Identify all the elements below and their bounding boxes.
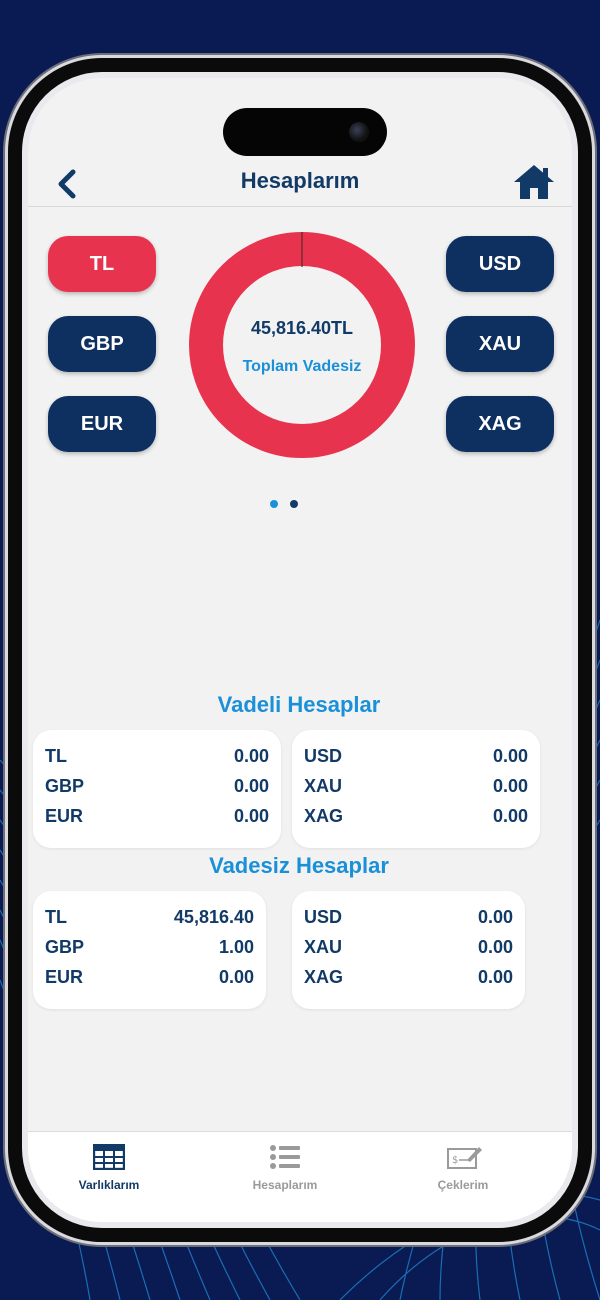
currency-code: USD <box>304 907 343 927</box>
page-title: Hesaplarım <box>240 168 360 193</box>
vadeli-card-right: USD 0.00 XAU 0.00 XAG 0.00 <box>292 730 540 848</box>
balance-row: USD 0.00 <box>304 742 528 772</box>
volume-down-button <box>13 515 19 603</box>
total-label: Toplam Vadesiz <box>242 358 362 375</box>
balance-row: XAG 0.00 <box>304 802 528 832</box>
balance-value: 45,816.40 <box>173 907 254 927</box>
balance-value: 0.00 <box>492 776 528 796</box>
phone-screen: Hesaplarım TL GBP EUR USD XAU XAG 45,816… <box>22 72 578 1228</box>
currency-code: TL <box>45 907 67 927</box>
currency-code: USD <box>304 746 343 766</box>
vadesiz-section-title: Vadesiz Hesaplar <box>209 853 389 878</box>
currency-code: XAU <box>304 937 343 957</box>
currency-label: XAU <box>478 332 522 355</box>
currency-label: USD <box>478 252 522 275</box>
balance-value: 0.00 <box>477 937 513 957</box>
pager-dot-2[interactable] <box>290 500 298 508</box>
currency-label: EUR <box>80 412 124 435</box>
balance-row: GBP 0.00 <box>45 772 269 802</box>
vadeli-card-left: TL 0.00 GBP 0.00 EUR 0.00 <box>33 730 281 848</box>
app-header: Hesaplarım <box>28 160 572 206</box>
vadesiz-card-right: USD 0.00 XAU 0.00 XAG 0.00 <box>292 891 525 1009</box>
currency-code: GBP <box>45 937 85 957</box>
currency-button-xag[interactable]: XAG <box>446 396 554 452</box>
silent-switch <box>13 310 19 366</box>
balance-row: EUR 0.00 <box>45 963 254 993</box>
balance-row: GBP 1.00 <box>45 933 254 963</box>
power-button <box>581 435 587 575</box>
currency-button-gbp[interactable]: GBP <box>48 316 156 372</box>
currency-code: XAU <box>304 776 343 796</box>
cheque-icon: $ <box>447 1147 482 1169</box>
currency-button-usd[interactable]: USD <box>446 236 554 292</box>
volume-up-button <box>13 405 19 493</box>
balance-value: 0.00 <box>218 967 254 987</box>
header-divider <box>28 206 572 207</box>
tab-label: Varlıklarım <box>78 1178 140 1192</box>
currency-label: GBP <box>80 332 124 355</box>
bottom-tab-bar: Varlıklarım Hesaplarım $ Çeklerim <box>28 1131 572 1222</box>
total-amount: 45,816.40TL <box>250 318 354 338</box>
currency-button-xau[interactable]: XAU <box>446 316 554 372</box>
currency-code: EUR <box>45 967 84 987</box>
balance-row: USD 0.00 <box>304 903 513 933</box>
currency-label: XAG <box>478 412 522 435</box>
list-icon <box>270 1145 300 1169</box>
vadesiz-card-left: TL 45,816.40 GBP 1.00 EUR 0.00 <box>33 891 266 1009</box>
currency-code: XAG <box>304 967 344 987</box>
balance-row: TL 45,816.40 <box>45 903 254 933</box>
currency-button-tl[interactable]: TL <box>48 236 156 292</box>
balance-row: XAU 0.00 <box>304 772 528 802</box>
currency-code: TL <box>45 746 67 766</box>
balance-row: TL 0.00 <box>45 742 269 772</box>
currency-label: TL <box>89 252 115 275</box>
tab-label: Hesaplarım <box>252 1178 318 1192</box>
balance-value: 0.00 <box>492 746 528 766</box>
balance-row: XAG 0.00 <box>304 963 513 993</box>
front-camera <box>349 122 369 142</box>
tab-label: Çeklerim <box>437 1178 489 1192</box>
balance-value: 0.00 <box>233 806 269 826</box>
currency-code: GBP <box>45 776 85 796</box>
table-icon <box>93 1144 125 1170</box>
currency-code: XAG <box>304 806 344 826</box>
balance-value: 0.00 <box>233 746 269 766</box>
balance-value: 0.00 <box>233 776 269 796</box>
currency-code: EUR <box>45 806 84 826</box>
currency-button-eur[interactable]: EUR <box>48 396 156 452</box>
tab-hesaplarim[interactable]: Hesaplarım <box>210 1132 360 1202</box>
balance-row: EUR 0.00 <box>45 802 269 832</box>
vadeli-section-title: Vadeli Hesaplar <box>217 692 381 717</box>
balance-value: 0.00 <box>477 907 513 927</box>
balance-row: XAU 0.00 <box>304 933 513 963</box>
balance-value: 1.00 <box>218 937 254 957</box>
balance-value: 0.00 <box>492 806 528 826</box>
tab-ceklerim[interactable]: $ Çeklerim <box>388 1132 538 1202</box>
home-icon[interactable] <box>512 162 556 202</box>
balance-donut-chart <box>189 232 415 458</box>
pager-dot-1[interactable] <box>270 500 278 508</box>
balance-value: 0.00 <box>477 967 513 987</box>
tab-varliklarim[interactable]: Varlıklarım <box>34 1132 184 1202</box>
svg-text:$: $ <box>452 1155 458 1166</box>
dynamic-island <box>223 108 387 156</box>
